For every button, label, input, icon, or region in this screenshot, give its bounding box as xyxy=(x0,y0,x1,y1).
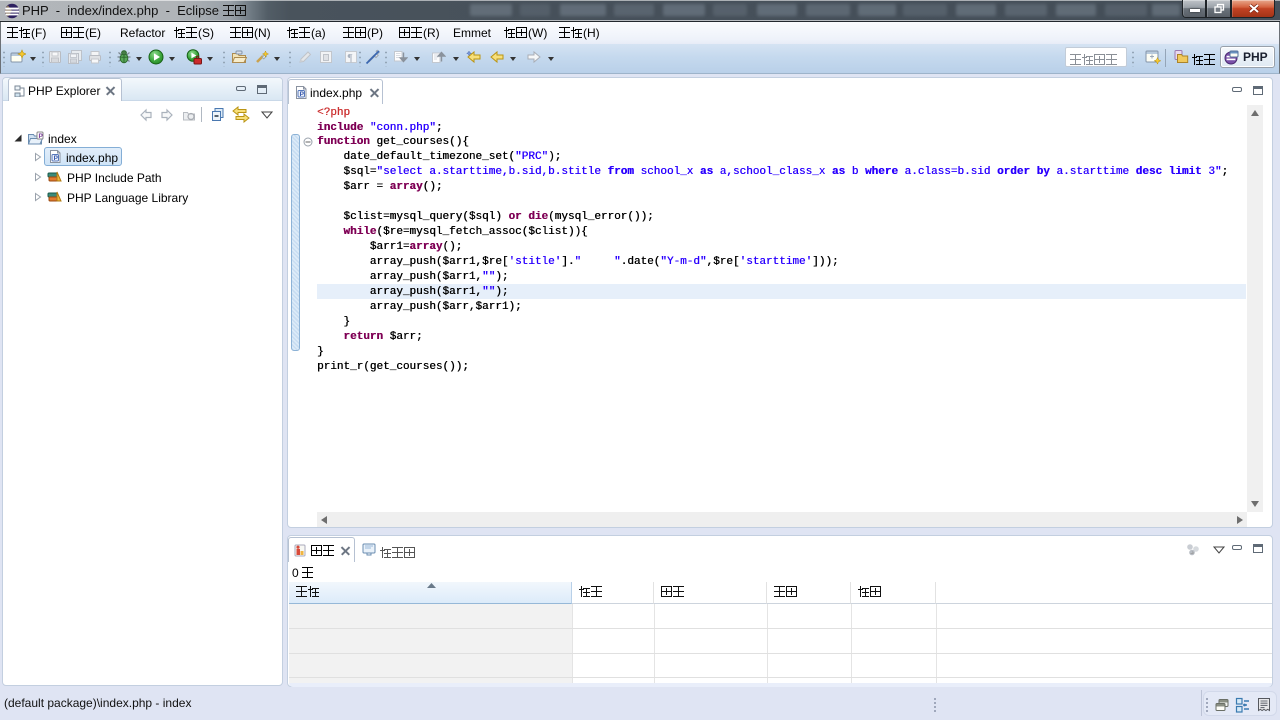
svg-text:¶: ¶ xyxy=(348,52,353,64)
svg-text:P: P xyxy=(39,133,44,140)
svg-text:P: P xyxy=(300,91,305,98)
svg-text:P: P xyxy=(54,155,59,162)
